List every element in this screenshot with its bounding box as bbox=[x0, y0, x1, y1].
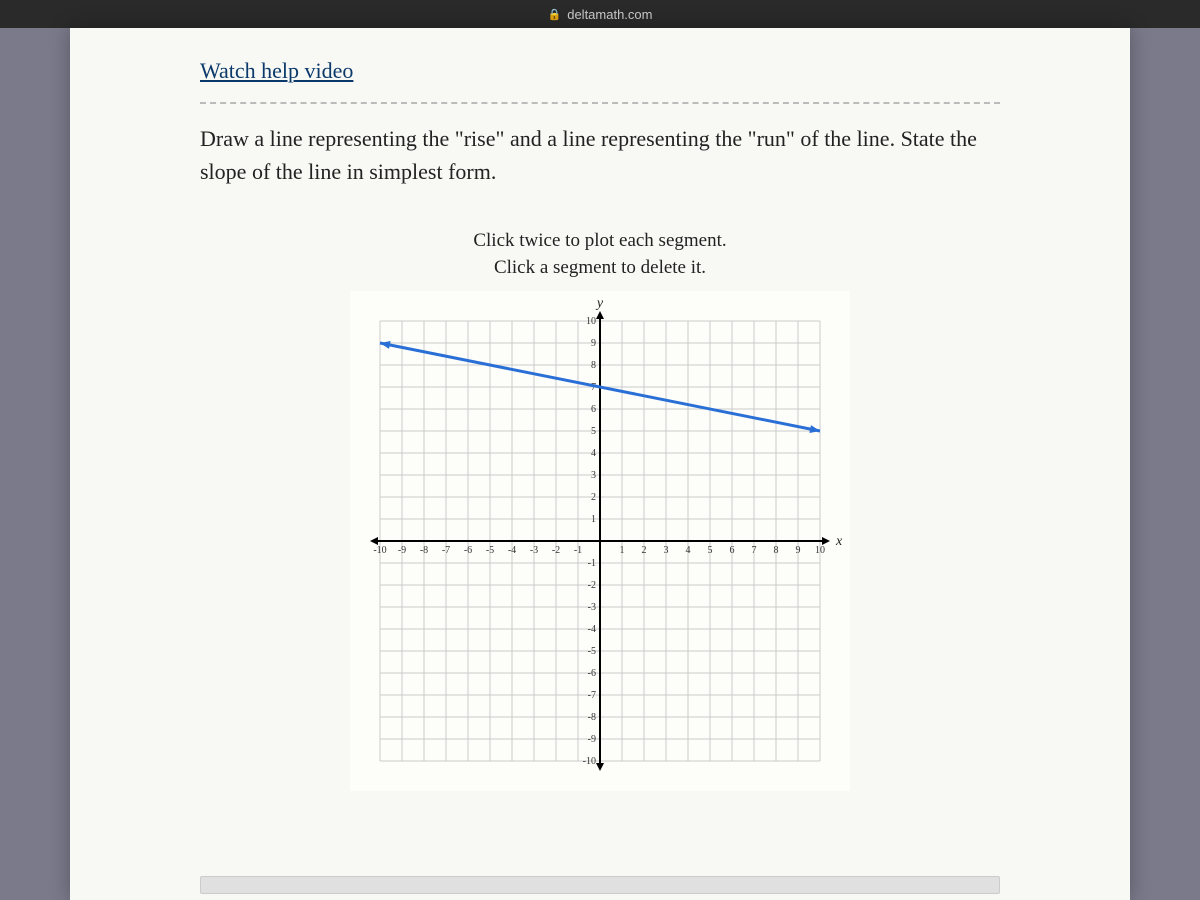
x-tick-label: 8 bbox=[774, 545, 779, 556]
y-tick-label: 5 bbox=[591, 426, 596, 437]
y-tick-label: 10 bbox=[586, 316, 596, 327]
y-tick-label: 6 bbox=[591, 404, 596, 415]
y-tick-label: -9 bbox=[588, 734, 596, 745]
y-tick-label: -5 bbox=[588, 646, 596, 657]
x-tick-label: 3 bbox=[664, 545, 669, 556]
axis-arrow bbox=[822, 537, 830, 545]
instruction-line-2: Click a segment to delete it. bbox=[200, 255, 1000, 282]
coordinate-graph[interactable]: -10 -9 -8 -7 -6 -5 -4 -3 -2 -1 1 2 3 4 5 6 7 8 9 10 -10 -9 -8 -… bbox=[350, 291, 850, 791]
graph-instructions: Click twice to plot each segment. Click … bbox=[200, 228, 1000, 281]
y-tick-label: -1 bbox=[588, 558, 596, 569]
x-axis-label: x bbox=[835, 534, 843, 549]
axis-arrow bbox=[596, 311, 604, 319]
question-text: Draw a line representing the "rise" and … bbox=[200, 122, 1000, 188]
x-tick-label: -6 bbox=[464, 545, 472, 556]
horizontal-scrollbar[interactable] bbox=[200, 876, 1000, 894]
x-tick-label: -8 bbox=[420, 545, 428, 556]
y-tick-label: 2 bbox=[591, 492, 596, 503]
y-tick-label: 8 bbox=[591, 360, 596, 371]
x-tick-label: -5 bbox=[486, 545, 494, 556]
axis-arrow bbox=[370, 537, 378, 545]
x-tick-label: -2 bbox=[552, 545, 560, 556]
x-tick-label: 2 bbox=[642, 545, 647, 556]
x-tick-label: 5 bbox=[708, 545, 713, 556]
x-tick-label: -3 bbox=[530, 545, 538, 556]
x-tick-label: -7 bbox=[442, 545, 450, 556]
instruction-line-1: Click twice to plot each segment. bbox=[200, 228, 1000, 255]
x-tick-label: 10 bbox=[815, 545, 825, 556]
watch-help-video-link[interactable]: Watch help video bbox=[200, 58, 353, 84]
url-text: deltamath.com bbox=[567, 7, 652, 22]
y-tick-label: -6 bbox=[588, 668, 596, 679]
x-tick-label: 4 bbox=[686, 545, 691, 556]
x-tick-label: -9 bbox=[398, 545, 406, 556]
divider bbox=[200, 102, 1000, 104]
x-tick-label: -10 bbox=[373, 545, 386, 556]
x-tick-label: 9 bbox=[796, 545, 801, 556]
lock-icon: 🔒 bbox=[548, 8, 562, 21]
browser-address-bar: 🔒 deltamath.com bbox=[0, 0, 1200, 28]
x-tick-label: 7 bbox=[752, 545, 757, 556]
x-tick-label: -1 bbox=[574, 545, 582, 556]
y-axis-label: y bbox=[595, 296, 604, 311]
y-tick-label: -7 bbox=[588, 690, 596, 701]
y-tick-label: 3 bbox=[591, 470, 596, 481]
x-tick-label: 6 bbox=[730, 545, 735, 556]
y-tick-label: -10 bbox=[583, 756, 596, 767]
y-tick-label: 4 bbox=[591, 448, 596, 459]
y-tick-label: -4 bbox=[588, 624, 596, 635]
y-tick-label: -2 bbox=[588, 580, 596, 591]
axis-arrow bbox=[596, 763, 604, 771]
y-tick-label: -8 bbox=[588, 712, 596, 723]
page-content: Watch help video Draw a line representin… bbox=[70, 28, 1130, 900]
y-tick-label: 9 bbox=[591, 338, 596, 349]
x-tick-label: -4 bbox=[508, 545, 516, 556]
x-tick-label: 1 bbox=[620, 545, 625, 556]
y-tick-label: -3 bbox=[588, 602, 596, 613]
y-tick-label: 1 bbox=[591, 514, 596, 525]
